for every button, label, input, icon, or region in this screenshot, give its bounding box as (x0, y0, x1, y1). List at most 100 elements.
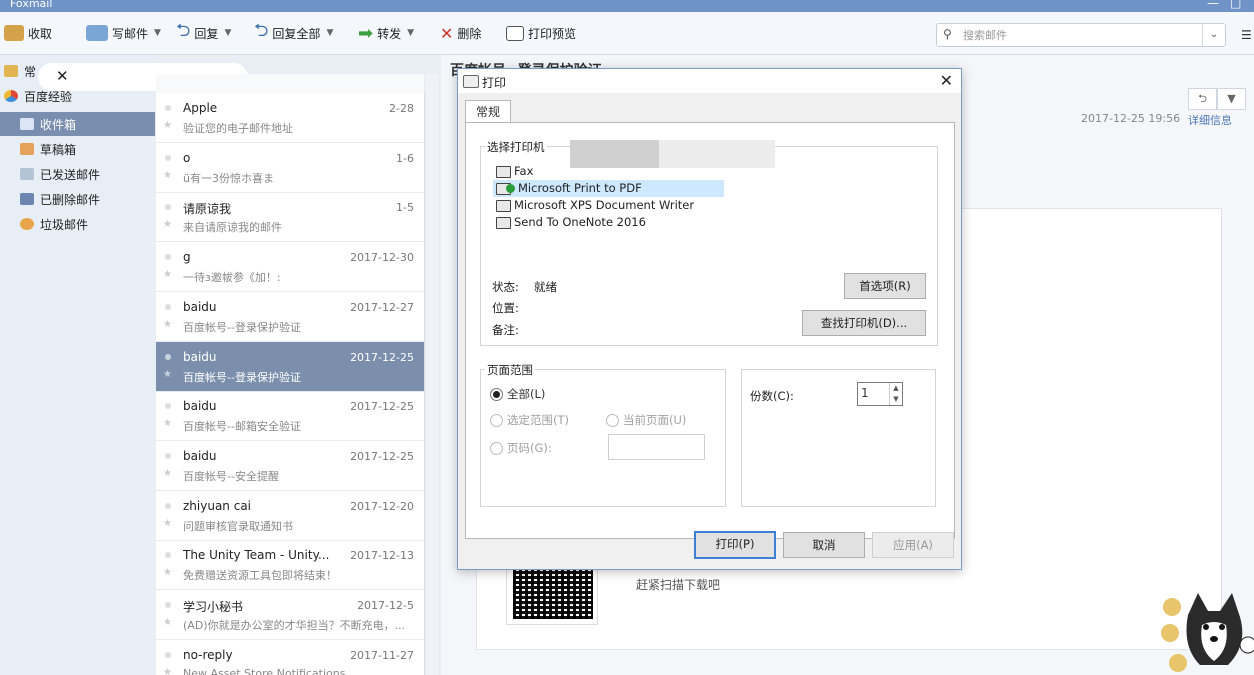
apply-button[interactable]: 应用(A) (872, 532, 954, 558)
mail-subject: ü有一3份惊ホ喜ま (183, 171, 274, 185)
star-icon[interactable]: ★ (163, 269, 172, 280)
unread-dot-icon[interactable] (165, 403, 171, 410)
minimize-button[interactable]: — (1207, 0, 1219, 10)
copies-label: 份数(C): (750, 389, 794, 403)
reply-all-button[interactable]: ⮌ 回复全部 ▼ (254, 20, 333, 43)
reply-button[interactable]: ⮌ 回复 ▼ (176, 20, 231, 43)
chevron-down-icon[interactable]: ▼ (154, 28, 161, 38)
forward-button[interactable]: ➡ 转发 ▼ (358, 23, 414, 44)
list-item[interactable]: ★ o 1-6 ü有一3份惊ホ喜ま (156, 143, 424, 193)
write-button[interactable]: 写邮件 ▼ (86, 23, 161, 43)
mail-date: 2017-12-20 (350, 499, 414, 513)
search-options-icon[interactable]: ⌄ (1202, 24, 1225, 46)
sidebar-item-label: 垃圾邮件 (40, 217, 89, 232)
list-item[interactable]: ★ baidu 2017-12-25 百度帐号--登录保护验证 (156, 341, 424, 392)
location-label: 位置: (492, 301, 519, 315)
list-item[interactable]: ★ g 2017-12-30 一待з邀帗参《加！: (156, 242, 424, 293)
print-button[interactable]: 打印(P) (694, 531, 776, 559)
current-page-radio[interactable]: 当前页面(U) (606, 412, 686, 428)
unread-dot-icon[interactable] (165, 602, 171, 608)
list-item[interactable]: ★ baidu 2017-12-25 百度帐号--安全提醒 (156, 441, 424, 491)
unread-dot-icon[interactable] (165, 204, 171, 211)
sidebar-item-inbox[interactable]: 收件箱 (0, 112, 155, 136)
menu-icon[interactable]: ☰ (1241, 28, 1252, 42)
unread-dot-icon[interactable] (165, 105, 171, 111)
unread-dot-icon[interactable] (165, 353, 171, 360)
star-icon[interactable]: ★ (163, 567, 172, 578)
chevron-down-icon[interactable]: ▼ (224, 28, 231, 38)
print-preview-button[interactable]: 打印预览 (506, 23, 576, 43)
sidebar-item-drafts[interactable]: 草稿箱 (0, 137, 175, 161)
list-item[interactable]: ★ no-reply 2017-11-27 New Asset Store Notif… (156, 640, 424, 675)
cancel-button[interactable]: 取消 (783, 532, 865, 558)
printer-item[interactable]: Send To OneNote 2016 (493, 214, 733, 231)
stepper-arrows[interactable]: ▲ ▼ (889, 383, 902, 405)
list-item[interactable]: ★ baidu 2017-12-25 百度帐号--邮箱安全验证 (156, 391, 424, 442)
list-item[interactable]: ★ The Unity Team - Unity... 2017-12-13 免费赠送… (156, 540, 424, 591)
mail-nav: ⮌ ▼ (1188, 88, 1246, 110)
close-icon[interactable]: ✕ (56, 67, 69, 85)
sidebar-item-sent[interactable]: 已发送邮件 (0, 162, 175, 186)
radio-circle (490, 387, 503, 401)
mail-date: 2017-12-25 (350, 350, 414, 364)
unread-dot-icon[interactable] (165, 651, 171, 658)
all-pages-radio[interactable]: 全部(L) (490, 386, 545, 402)
receive-label: 收取 (28, 26, 53, 41)
pages-input[interactable] (608, 434, 705, 460)
preferences-button[interactable]: 首选项(R) (844, 273, 926, 299)
pages-radio[interactable]: 页码(G): (490, 440, 552, 456)
find-printer-button[interactable]: 查找打印机(D)... (802, 310, 926, 336)
maximize-button[interactable]: □ (1230, 0, 1241, 10)
unread-dot-icon[interactable] (165, 452, 171, 459)
sidebar-item-junk[interactable]: 垃圾邮件 (0, 212, 175, 236)
star-icon[interactable]: ★ (163, 170, 172, 181)
printer-item[interactable]: Fax (493, 163, 733, 180)
list-item[interactable]: ★ Apple 2-28 验证您的电子邮件地址 (156, 93, 424, 143)
tab-general[interactable]: 常规 (465, 100, 511, 123)
delete-button[interactable]: ✕ 删除 (440, 23, 481, 43)
unread-dot-icon[interactable] (165, 552, 171, 559)
mail-date: 2017-12-13 (350, 549, 414, 563)
reply-label: 回复 (194, 26, 219, 41)
unread-dot-icon[interactable] (165, 303, 171, 310)
star-icon[interactable]: ★ (163, 418, 172, 429)
reply-arrow-icon[interactable]: ⮌ (1188, 88, 1217, 110)
sidebar-item-deleted[interactable]: 已删除邮件 (0, 187, 175, 211)
printer-item[interactable]: Microsoft Print to PDF (493, 180, 724, 197)
unread-dot-icon[interactable] (165, 254, 171, 261)
printer-name: Fax (514, 164, 534, 178)
mail-from: o (183, 150, 191, 165)
selection-radio[interactable]: 选定范围(T) (490, 412, 569, 428)
unread-dot-icon[interactable] (165, 502, 171, 509)
reply-all-label: 回复全部 (272, 26, 321, 41)
list-item[interactable]: ★ 学习小秘书 2017-12-5 (AD)你就是办公室的才华担当？不断充电，... (156, 590, 424, 640)
printer-item[interactable]: Microsoft XPS Document Writer (493, 197, 733, 214)
dialog-title: 打印 (482, 76, 507, 90)
chevron-down-icon[interactable]: ▼ (407, 28, 414, 38)
star-icon[interactable]: ★ (163, 468, 172, 479)
chevron-down-icon[interactable]: ▼ (890, 394, 902, 405)
mail-date: 1-6 (396, 151, 414, 165)
unread-dot-icon[interactable] (165, 154, 171, 161)
list-item[interactable]: ★ zhiyuan cai 2017-12-20 问题审核官录取通知书 (156, 491, 424, 541)
print-preview-label: 打印预览 (528, 26, 577, 41)
star-icon[interactable]: ★ (163, 369, 172, 380)
list-scrollbar[interactable] (426, 74, 438, 675)
copies-stepper[interactable]: 1 ▲ ▼ (857, 382, 903, 406)
receive-button[interactable]: 收取 (4, 23, 52, 43)
close-icon[interactable]: ✕ (940, 71, 953, 90)
search-box[interactable]: ⚲ 搜索邮件 ⌄ (936, 23, 1226, 47)
star-icon[interactable]: ★ (163, 120, 172, 131)
star-icon[interactable]: ★ (163, 319, 172, 330)
star-icon[interactable]: ★ (163, 219, 172, 230)
mail-subject: 免费赠送资源工具包即将结束！ (183, 569, 337, 583)
chevron-down-icon[interactable]: ▼ (1217, 88, 1246, 110)
chevron-down-icon[interactable]: ▼ (326, 28, 333, 38)
star-icon[interactable]: ★ (163, 667, 172, 675)
star-icon[interactable]: ★ (163, 518, 172, 529)
detail-link[interactable]: 详细信息 (1188, 112, 1232, 128)
chevron-up-icon[interactable]: ▲ (890, 383, 902, 394)
star-icon[interactable]: ★ (163, 617, 172, 628)
list-item[interactable]: ★ 请原谅我 1-5 来自请原谅我的邮件 (156, 192, 424, 243)
list-item[interactable]: ★ baidu 2017-12-27 百度帐号--登录保护验证 (156, 292, 424, 342)
